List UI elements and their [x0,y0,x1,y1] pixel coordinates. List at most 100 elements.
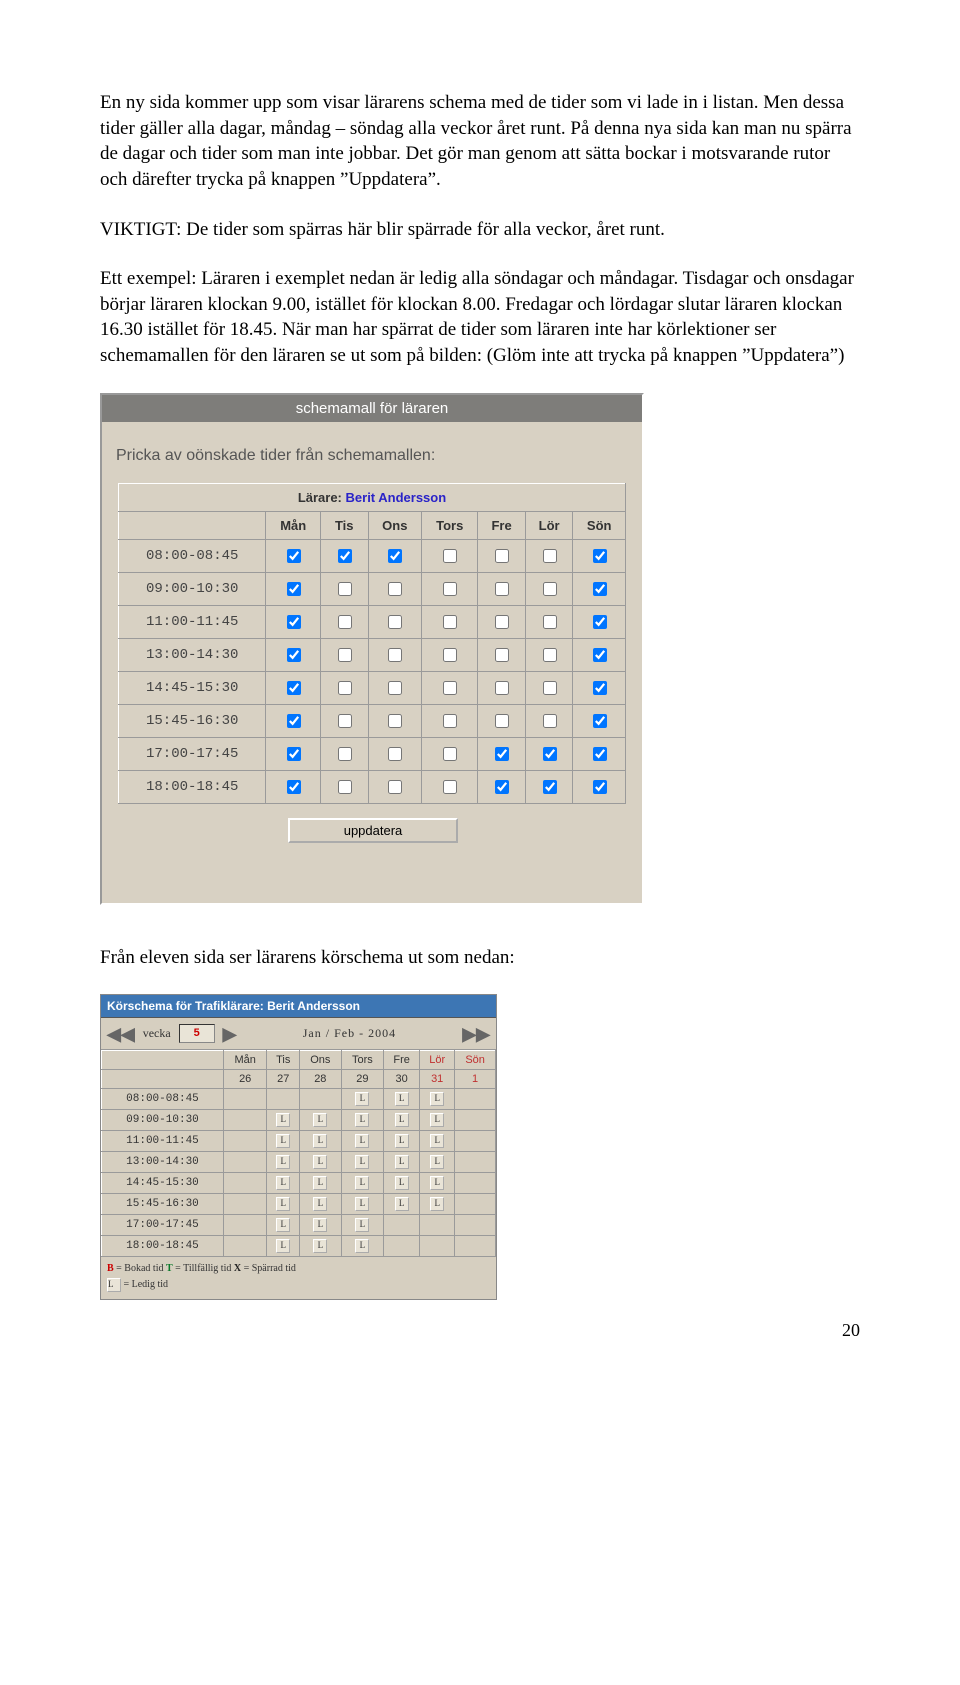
free-slot-icon[interactable]: L [313,1218,327,1232]
free-slot-icon[interactable]: L [276,1176,290,1190]
slot-cell[interactable]: L [267,1194,300,1215]
block-checkbox[interactable] [495,780,509,794]
slot-cell[interactable]: L [341,1131,384,1152]
block-checkbox[interactable] [495,615,509,629]
slot-cell[interactable]: L [384,1131,420,1152]
slot-cell[interactable]: L [341,1173,384,1194]
block-checkbox[interactable] [287,648,301,662]
block-checkbox[interactable] [593,714,607,728]
slot-cell[interactable]: L [420,1110,455,1131]
next-month-icon[interactable]: ▶▶ [462,1025,490,1043]
block-checkbox[interactable] [287,681,301,695]
block-checkbox[interactable] [338,714,352,728]
block-checkbox[interactable] [543,747,557,761]
slot-cell[interactable]: L [420,1131,455,1152]
block-checkbox[interactable] [388,747,402,761]
block-checkbox[interactable] [543,615,557,629]
block-checkbox[interactable] [443,549,457,563]
slot-cell[interactable]: L [384,1173,420,1194]
slot-cell[interactable]: L [341,1089,384,1110]
block-checkbox[interactable] [593,648,607,662]
block-checkbox[interactable] [287,747,301,761]
free-slot-icon[interactable]: L [355,1113,369,1127]
block-checkbox[interactable] [388,615,402,629]
slot-cell[interactable]: L [300,1131,342,1152]
slot-cell[interactable]: L [341,1236,384,1257]
block-checkbox[interactable] [287,714,301,728]
block-checkbox[interactable] [543,648,557,662]
free-slot-icon[interactable]: L [313,1176,327,1190]
slot-cell[interactable]: L [300,1194,342,1215]
block-checkbox[interactable] [388,681,402,695]
block-checkbox[interactable] [495,549,509,563]
free-slot-icon[interactable]: L [430,1134,444,1148]
free-slot-icon[interactable]: L [276,1113,290,1127]
block-checkbox[interactable] [543,714,557,728]
block-checkbox[interactable] [495,714,509,728]
block-checkbox[interactable] [593,780,607,794]
block-checkbox[interactable] [338,549,352,563]
slot-cell[interactable]: L [341,1215,384,1236]
slot-cell[interactable]: L [341,1110,384,1131]
update-button[interactable]: uppdatera [288,818,458,843]
free-slot-icon[interactable]: L [355,1197,369,1211]
free-slot-icon[interactable]: L [276,1155,290,1169]
free-slot-icon[interactable]: L [430,1197,444,1211]
block-checkbox[interactable] [443,714,457,728]
free-slot-icon[interactable]: L [430,1113,444,1127]
slot-cell[interactable]: L [267,1110,300,1131]
slot-cell[interactable]: L [267,1173,300,1194]
free-slot-icon[interactable]: L [276,1218,290,1232]
block-checkbox[interactable] [543,549,557,563]
slot-cell[interactable]: L [420,1089,455,1110]
free-slot-icon[interactable]: L [355,1239,369,1253]
block-checkbox[interactable] [495,648,509,662]
slot-cell[interactable]: L [300,1173,342,1194]
block-checkbox[interactable] [543,780,557,794]
block-checkbox[interactable] [495,582,509,596]
free-slot-icon[interactable]: L [395,1176,409,1190]
free-slot-icon[interactable]: L [395,1197,409,1211]
slot-cell[interactable]: L [300,1152,342,1173]
block-checkbox[interactable] [593,582,607,596]
free-slot-icon[interactable]: L [355,1176,369,1190]
free-slot-icon[interactable]: L [355,1092,369,1106]
free-slot-icon[interactable]: L [355,1134,369,1148]
block-checkbox[interactable] [338,582,352,596]
block-checkbox[interactable] [593,549,607,563]
slot-cell[interactable]: L [267,1152,300,1173]
block-checkbox[interactable] [338,747,352,761]
prev-week-icon[interactable]: ◀◀ [107,1025,135,1043]
block-checkbox[interactable] [443,582,457,596]
slot-cell[interactable]: L [300,1236,342,1257]
block-checkbox[interactable] [593,615,607,629]
free-slot-icon[interactable]: L [395,1113,409,1127]
slot-cell[interactable]: L [267,1215,300,1236]
block-checkbox[interactable] [495,747,509,761]
block-checkbox[interactable] [338,780,352,794]
block-checkbox[interactable] [593,681,607,695]
free-slot-icon[interactable]: L [276,1134,290,1148]
free-slot-icon[interactable]: L [395,1092,409,1106]
block-checkbox[interactable] [388,714,402,728]
free-slot-icon[interactable]: L [313,1155,327,1169]
block-checkbox[interactable] [543,681,557,695]
block-checkbox[interactable] [287,780,301,794]
free-slot-icon[interactable]: L [355,1218,369,1232]
slot-cell[interactable]: L [300,1110,342,1131]
block-checkbox[interactable] [443,681,457,695]
free-slot-icon[interactable]: L [355,1155,369,1169]
next-week-icon[interactable]: ▶ [223,1025,237,1043]
block-checkbox[interactable] [388,648,402,662]
slot-cell[interactable]: L [341,1194,384,1215]
slot-cell[interactable]: L [384,1194,420,1215]
block-checkbox[interactable] [443,780,457,794]
free-slot-icon[interactable]: L [276,1239,290,1253]
block-checkbox[interactable] [443,615,457,629]
slot-cell[interactable]: L [267,1131,300,1152]
free-slot-icon[interactable]: L [395,1134,409,1148]
block-checkbox[interactable] [338,615,352,629]
free-slot-icon[interactable]: L [395,1155,409,1169]
block-checkbox[interactable] [443,648,457,662]
block-checkbox[interactable] [287,549,301,563]
